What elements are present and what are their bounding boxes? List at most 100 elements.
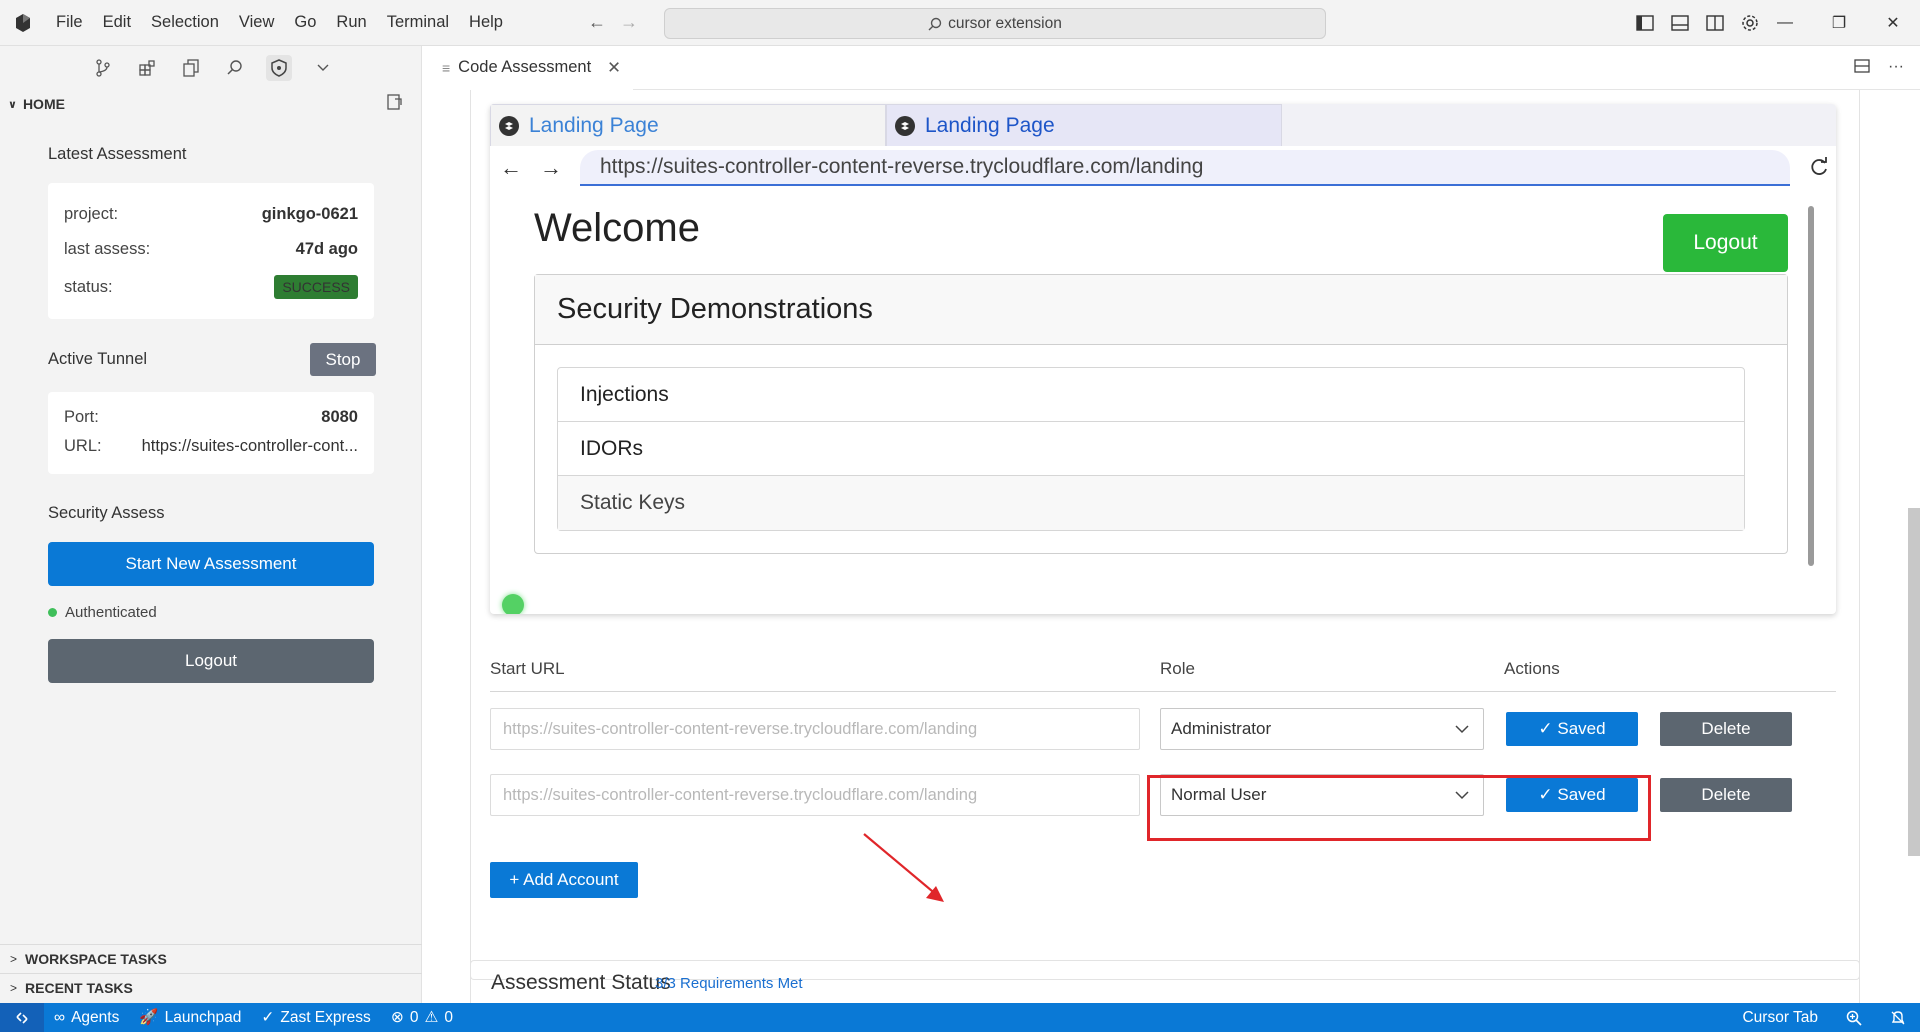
- auth-status-text: Authenticated: [65, 604, 157, 621]
- browser-forward-icon[interactable]: →: [540, 155, 562, 181]
- menu-run[interactable]: Run: [326, 13, 376, 32]
- project-label: project:: [64, 204, 119, 223]
- last-assess-label: last assess:: [64, 239, 151, 258]
- page-logout-button[interactable]: Logout: [1663, 214, 1788, 272]
- url-label: URL:: [64, 436, 102, 455]
- browser-back-icon[interactable]: ←: [500, 155, 522, 181]
- tunnel-card: Port: 8080 URL: https://suites-controlle…: [48, 392, 374, 474]
- menu-file[interactable]: File: [46, 13, 93, 32]
- menu-help[interactable]: Help: [459, 13, 513, 32]
- zast-express-item[interactable]: ✓ Zast Express: [251, 1008, 380, 1027]
- source-control-icon[interactable]: [90, 55, 116, 81]
- menu-terminal[interactable]: Terminal: [377, 13, 459, 32]
- menu-view[interactable]: View: [229, 13, 284, 32]
- cursor-tab-item[interactable]: Cursor Tab: [1728, 1009, 1832, 1027]
- browser-url-bar: ← → https://suites-controller-content-re…: [490, 146, 1836, 190]
- last-assess-row: last assess: 47d ago: [48, 231, 374, 267]
- add-account-button[interactable]: + Add Account: [490, 862, 638, 898]
- agents-label: Agents: [71, 1008, 120, 1026]
- launchpad-label: Launchpad: [164, 1008, 242, 1026]
- command-center-text: cursor extension: [948, 14, 1062, 32]
- demo-item-static-keys[interactable]: Static Keys: [558, 476, 1744, 530]
- command-center-search[interactable]: cursor extension: [664, 8, 1326, 39]
- delete-button[interactable]: Delete: [1660, 712, 1792, 746]
- agents-item[interactable]: ∞ Agents: [44, 1009, 129, 1027]
- problems-item[interactable]: ⊗ 0 ⚠ 0: [381, 1008, 463, 1027]
- editor-scroll-thumb[interactable]: [1908, 508, 1920, 856]
- welcome-heading: Welcome: [534, 206, 700, 250]
- launchpad-item[interactable]: 🚀 Launchpad: [129, 1008, 251, 1027]
- more-actions-icon[interactable]: ···: [1888, 58, 1904, 79]
- browser-tab-label: Landing Page: [925, 113, 1055, 137]
- browser-scroll-thumb[interactable]: [1808, 206, 1814, 566]
- check-icon: ✓: [261, 1009, 275, 1026]
- workspace-tasks-section[interactable]: > WORKSPACE TASKS: [0, 944, 422, 973]
- extensions-icon[interactable]: [134, 55, 160, 81]
- browser-tab-1[interactable]: Landing Page: [490, 104, 886, 146]
- header-actions: Actions: [1504, 658, 1560, 678]
- error-count: 0: [409, 1008, 419, 1026]
- home-section-header[interactable]: ∨ HOME: [0, 90, 421, 118]
- forward-arrow-icon[interactable]: →: [620, 12, 638, 33]
- assessment-status-title: Assessment Status: [491, 971, 671, 994]
- project-row: project: ginkgo-0621: [48, 197, 374, 231]
- stop-tunnel-button[interactable]: Stop: [310, 343, 376, 376]
- warning-count: 0: [444, 1008, 453, 1026]
- tunnel-url-link[interactable]: https://suites-controller-cont...: [142, 437, 358, 456]
- start-url-input[interactable]: https://suites-controller-content-revers…: [490, 774, 1140, 816]
- browser-scrollbar[interactable]: [1806, 190, 1816, 610]
- refresh-icon[interactable]: [1808, 156, 1830, 183]
- shield-icon[interactable]: [266, 55, 292, 81]
- requirements-met-link[interactable]: 3/3 Requirements Met: [655, 975, 803, 992]
- demo-item-idors[interactable]: IDORs: [558, 422, 1744, 476]
- toggle-sidebar-icon[interactable]: [1634, 12, 1656, 34]
- start-url-input[interactable]: https://suites-controller-content-revers…: [490, 708, 1140, 750]
- start-assessment-button[interactable]: Start New Assessment: [48, 542, 374, 586]
- header-role: Role: [1160, 658, 1195, 678]
- menu-selection[interactable]: Selection: [141, 13, 229, 32]
- zoom-icon[interactable]: [1832, 1010, 1876, 1026]
- active-tunnel-title: Active Tunnel: [48, 350, 148, 368]
- chevron-right-icon: >: [10, 952, 18, 966]
- annotation-arrow: [863, 833, 944, 902]
- chevron-right-icon: >: [10, 981, 18, 995]
- split-editor-icon[interactable]: [1854, 58, 1870, 79]
- warning-icon: ⚠: [424, 1009, 439, 1026]
- menu-bar: File Edit Selection View Go Run Terminal…: [46, 13, 513, 32]
- toggle-panel-icon[interactable]: [1669, 12, 1691, 34]
- saved-button[interactable]: ✓ Saved: [1506, 712, 1638, 746]
- search-icon[interactable]: [222, 55, 248, 81]
- site-favicon-icon: [895, 115, 915, 136]
- explorer-files-icon[interactable]: [178, 55, 204, 81]
- demo-item-injections[interactable]: Injections: [558, 368, 1744, 422]
- tab-code-assessment[interactable]: ≡ Code Assessment ✕: [422, 45, 633, 90]
- back-arrow-icon[interactable]: ←: [588, 12, 606, 33]
- menu-edit[interactable]: Edit: [93, 13, 141, 32]
- remote-indicator-icon[interactable]: [0, 1003, 44, 1032]
- browser-tab-2[interactable]: Landing Page: [886, 104, 1282, 146]
- notifications-bell-icon[interactable]: [1876, 1010, 1920, 1026]
- chevron-down-icon[interactable]: [310, 55, 336, 81]
- logout-button[interactable]: Logout: [48, 639, 374, 683]
- menu-go[interactable]: Go: [284, 13, 326, 32]
- port-row: Port: 8080: [48, 402, 374, 432]
- security-demonstrations-card: Security Demonstrations Injections IDORs…: [534, 274, 1788, 554]
- toggle-secondary-sidebar-icon[interactable]: [1704, 12, 1726, 34]
- role-select[interactable]: Administrator: [1160, 708, 1484, 750]
- close-tab-icon[interactable]: ✕: [607, 58, 621, 78]
- search-icon: [928, 17, 942, 30]
- window-controls: — ❐ ✕: [1758, 0, 1920, 46]
- minimize-icon[interactable]: —: [1758, 0, 1812, 46]
- delete-button[interactable]: Delete: [1660, 778, 1792, 812]
- recent-tasks-section[interactable]: > RECENT TASKS: [0, 973, 422, 1002]
- infinity-icon: ∞: [54, 1008, 66, 1026]
- close-icon[interactable]: ✕: [1866, 0, 1920, 46]
- status-bar: ∞ Agents 🚀 Launchpad ✓ Zast Express ⊗ 0 …: [0, 1003, 1920, 1032]
- auth-status: Authenticated: [48, 604, 157, 621]
- history-nav: ← →: [588, 12, 638, 33]
- editor-scrollbar[interactable]: [1906, 90, 1920, 1003]
- status-label: status:: [64, 277, 113, 296]
- open-panel-icon[interactable]: [387, 94, 403, 113]
- restore-icon[interactable]: ❐: [1812, 0, 1866, 46]
- browser-url-field[interactable]: https://suites-controller-content-revers…: [580, 150, 1790, 186]
